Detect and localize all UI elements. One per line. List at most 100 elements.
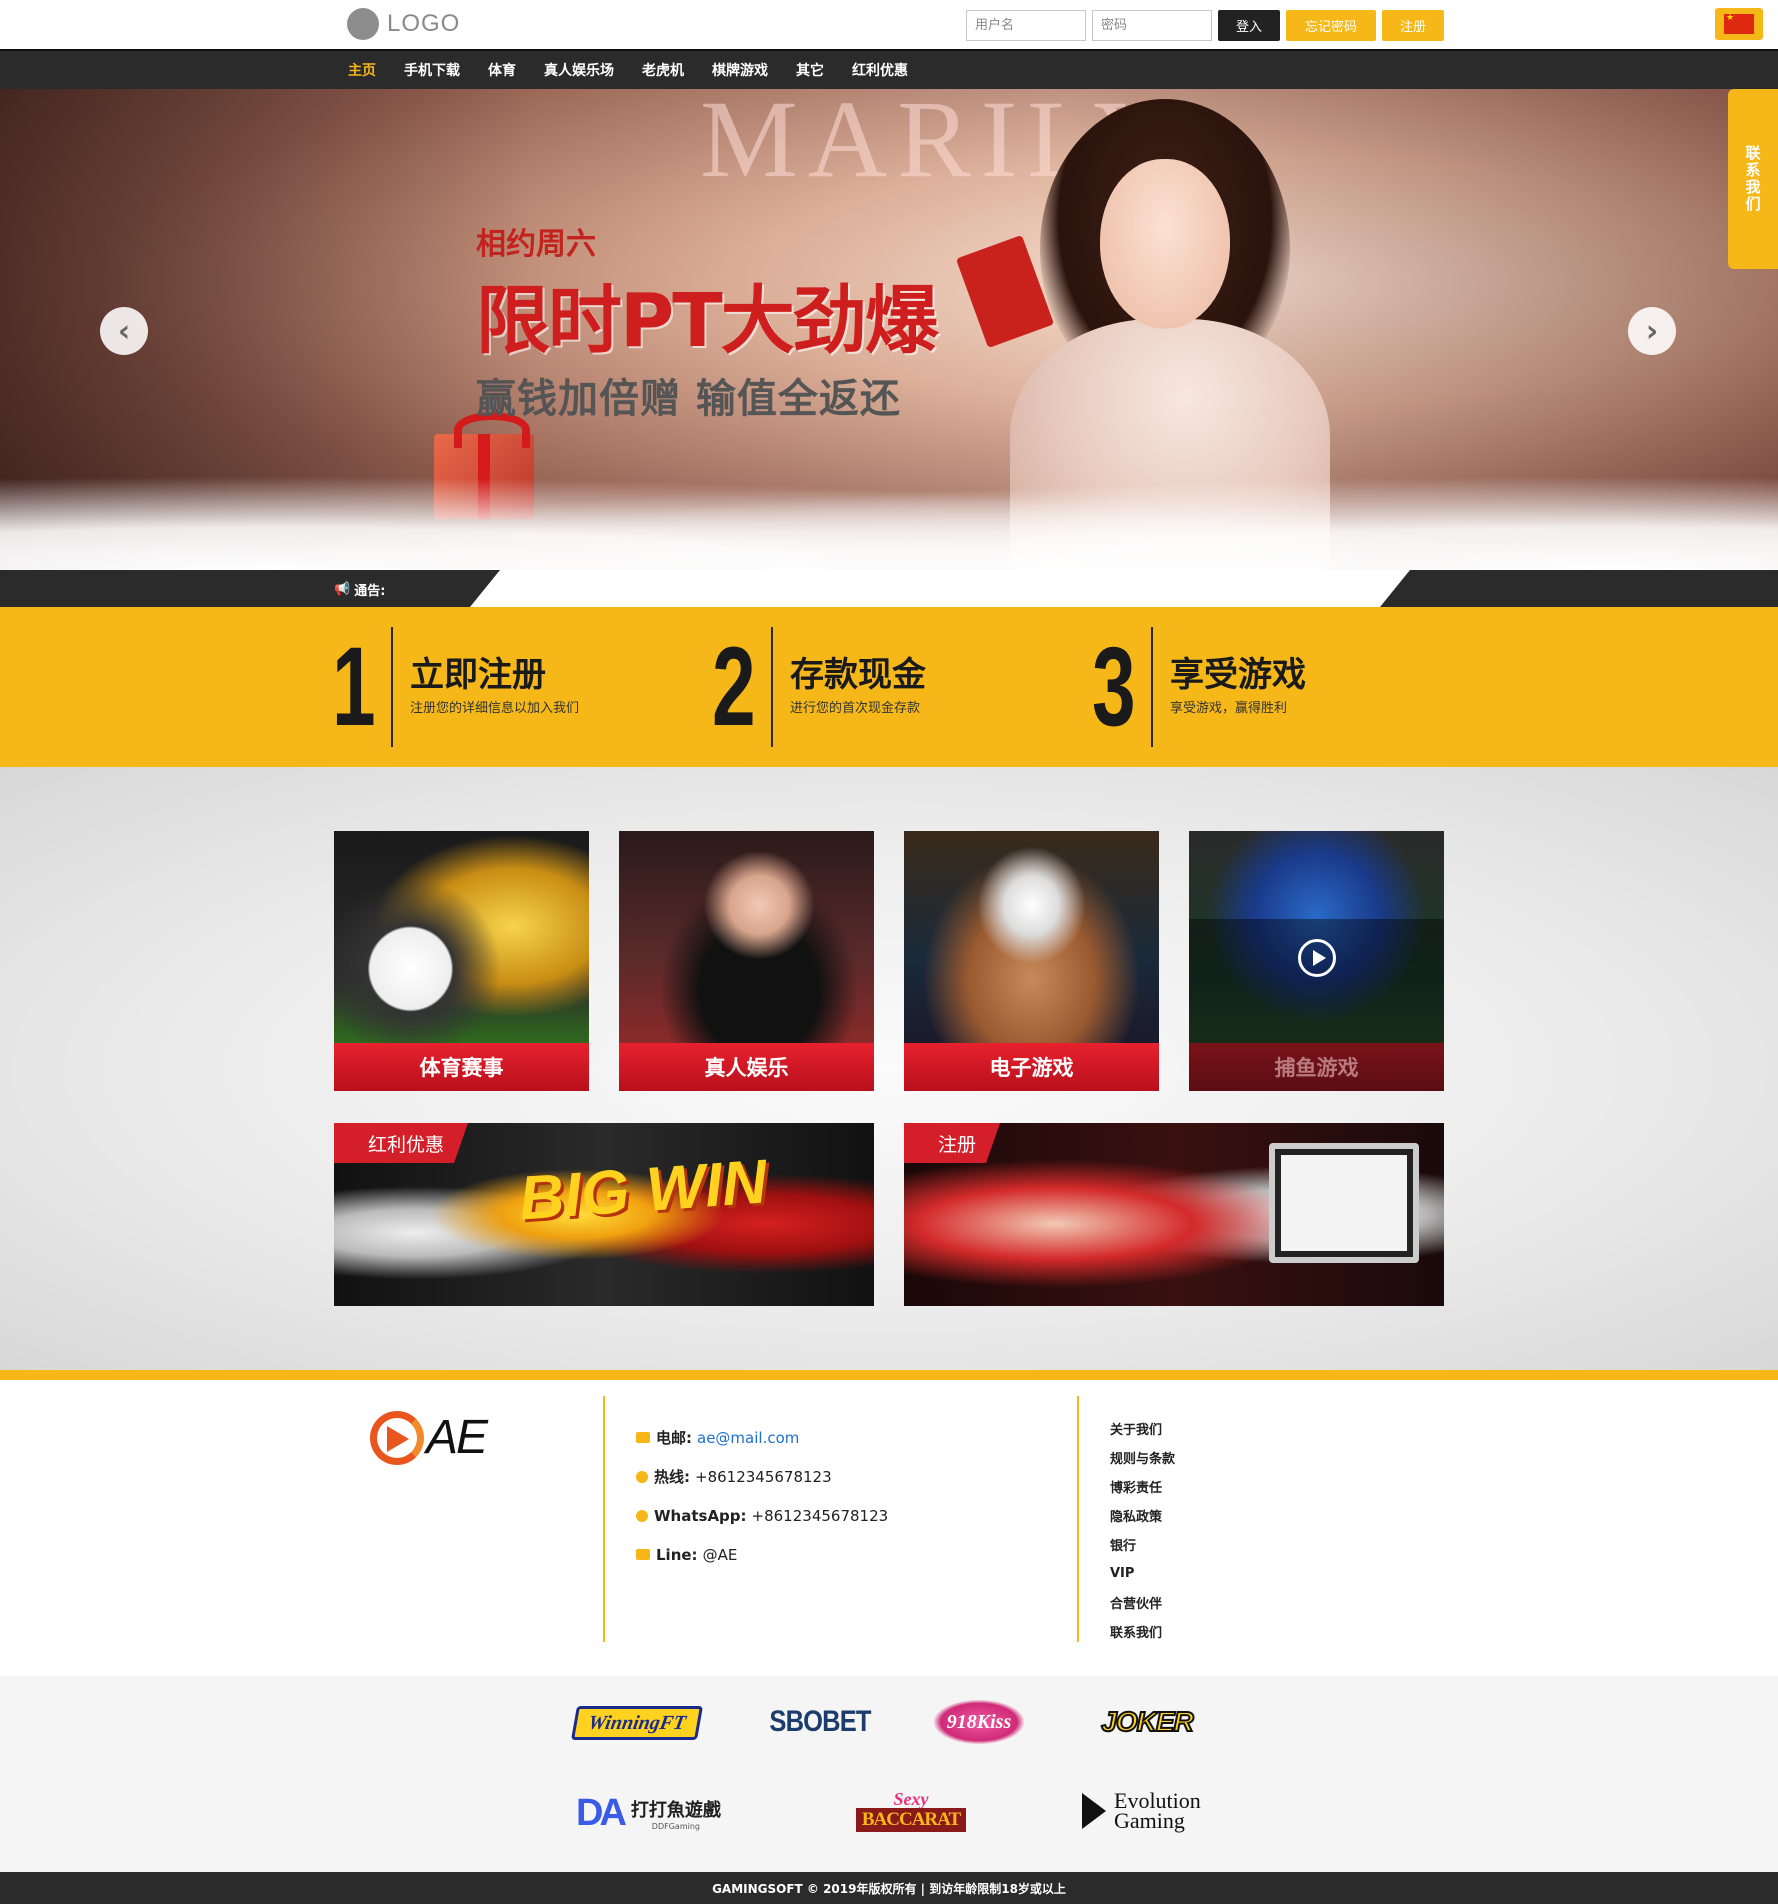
footer-link-banking[interactable]: 银行: [1110, 1530, 1175, 1559]
chevron-right-icon: ›: [1645, 313, 1659, 349]
china-flag-icon: [1724, 13, 1754, 34]
contact-list: 电邮: ae@mail.com 热线: +8612345678123 Whats…: [636, 1418, 888, 1574]
headset-icon: [636, 1470, 648, 1483]
step-number: 1: [332, 624, 376, 749]
partner-winning-ft-logo: WinningFT: [571, 1706, 703, 1740]
megaphone-icon: 📢: [334, 582, 351, 597]
contact-whatsapp: WhatsApp: +8612345678123: [636, 1496, 888, 1535]
ae-logo-icon: [370, 1410, 424, 1465]
password-input[interactable]: [1092, 10, 1212, 41]
game-card-slots[interactable]: 电子游戏: [904, 831, 1159, 1091]
footer-brand: AE: [426, 1411, 488, 1464]
site-logo[interactable]: LOGO: [347, 7, 460, 41]
nav-item-promotions[interactable]: 红利优惠: [852, 60, 908, 80]
slots-zeus-image: [904, 831, 1159, 1043]
logo-text: LOGO: [387, 10, 461, 37]
login-button[interactable]: 登入: [1218, 10, 1280, 41]
footer-link-vip[interactable]: VIP: [1110, 1559, 1175, 1588]
carousel-next-button[interactable]: ›: [1628, 307, 1676, 355]
games-section: 体育赛事 真人娱乐 电子游戏 捕鱼游戏 BIG WIN 红利优惠 注册: [0, 767, 1778, 1370]
partners-section: WinningFT SBOBET 918Kiss JOKER DA 打打魚遊戲 …: [0, 1676, 1778, 1872]
nav-item-live-casino[interactable]: 真人娱乐场: [544, 60, 614, 80]
ddf-mark: DA: [576, 1791, 627, 1834]
game-card-sports[interactable]: 体育赛事: [334, 831, 589, 1091]
nav-item-slots[interactable]: 老虎机: [642, 60, 684, 80]
banner-tagline: 赢钱加倍赠 输值全返还: [476, 376, 901, 422]
whatsapp-icon: [636, 1509, 648, 1522]
hero-banner[interactable]: MARILYN 相约周六 限时PT大劲爆 赢钱加倍赠 输值全返还 ‹ ›: [0, 89, 1778, 570]
copyright-bar: GAMINGSOFT © 2019年版权所有 | 到访年龄限制18岁或以上: [0, 1872, 1778, 1904]
step-number: 3: [1092, 624, 1136, 749]
top-bar: LOGO 登入 忘记密码 注册: [0, 0, 1778, 49]
forgot-password-button[interactable]: 忘记密码: [1286, 10, 1376, 41]
partner-evolution-gaming-logo: Evolution Gaming: [1080, 1786, 1210, 1836]
contact-hotline: 热线: +8612345678123: [636, 1457, 888, 1496]
login-form: 登入 忘记密码 注册: [966, 10, 1444, 41]
step-title: 立即注册: [410, 655, 546, 695]
step-desc: 注册您的详细信息以加入我们: [410, 701, 580, 716]
footer-link-partners[interactable]: 合营伙伴: [1110, 1588, 1175, 1617]
chevron-left-icon: ‹: [117, 313, 131, 349]
step-title: 享受游戏: [1170, 655, 1306, 695]
game-card-live[interactable]: 真人娱乐: [619, 831, 874, 1091]
username-input[interactable]: [966, 10, 1086, 41]
nav-item-other[interactable]: 其它: [796, 60, 824, 80]
step-number: 2: [712, 624, 756, 749]
promo-card-bonus[interactable]: BIG WIN 红利优惠: [334, 1123, 874, 1306]
contact-email: 电邮: ae@mail.com: [636, 1418, 888, 1457]
contact-line: Line: @AE: [636, 1535, 888, 1574]
footer-link-responsible-gaming[interactable]: 博彩责任: [1110, 1472, 1175, 1501]
footer-logo[interactable]: AE: [370, 1410, 488, 1465]
ddf-name: 打打魚遊戲: [630, 1799, 721, 1821]
ddf-sub: DDFGaming: [651, 1821, 700, 1831]
live-dealer-image: [619, 831, 874, 1043]
partner-ddf-gaming-logo: DA 打打魚遊戲 DDFGaming: [576, 1790, 746, 1836]
game-label: 电子游戏: [904, 1043, 1159, 1091]
step-desc: 进行您的首次现金存款: [790, 701, 921, 716]
big-win-text: BIG WIN: [516, 1147, 770, 1234]
footer-link-privacy[interactable]: 隐私政策: [1110, 1501, 1175, 1530]
footer-link-about[interactable]: 关于我们: [1110, 1414, 1175, 1443]
email-link[interactable]: ae@mail.com: [697, 1429, 799, 1447]
computer-monitor-image: [1269, 1143, 1419, 1263]
line-app-icon: [636, 1549, 650, 1560]
banner-subtitle: 相约周六: [476, 227, 596, 262]
game-label: 真人娱乐: [619, 1043, 874, 1091]
main-nav: 主页 手机下载 体育 真人娱乐场 老虎机 棋牌游戏 其它 红利优惠: [0, 49, 1778, 89]
nav-item-sports[interactable]: 体育: [488, 60, 516, 80]
step-desc: 享受游戏，赢得胜利: [1170, 701, 1288, 716]
contact-us-tab[interactable]: 联系我们: [1728, 89, 1778, 269]
evolution-icon: [1080, 1791, 1110, 1831]
nav-item-home[interactable]: 主页: [348, 60, 376, 80]
promo-ribbon: 注册: [904, 1123, 1000, 1163]
banner-promo-text: 相约周六 限时PT大劲爆 赢钱加倍赠 输值全返还: [476, 219, 939, 424]
game-label: 体育赛事: [334, 1043, 589, 1091]
footer: AE 电邮: ae@mail.com 热线: +8612345678123 Wh…: [0, 1380, 1778, 1676]
register-button[interactable]: 注册: [1382, 10, 1444, 41]
steps-section: 1 立即注册 注册您的详细信息以加入我们 2 存款现金 进行您的首次现金存款 3…: [0, 607, 1778, 767]
partner-sbobet-logo: SBOBET: [769, 1705, 871, 1738]
mail-icon: [636, 1432, 650, 1443]
sports-trophy-image: [334, 831, 589, 1043]
partner-sexy-baccarat-logo: Sexy BACCARAT: [838, 1784, 984, 1838]
notice-marquee: [470, 570, 1410, 607]
partner-joker-logo: JOKER: [1100, 1705, 1194, 1738]
game-label: 捕鱼游戏: [1189, 1043, 1444, 1091]
logo-circle-icon: [347, 8, 379, 40]
nav-item-mobile-download[interactable]: 手机下载: [404, 60, 460, 80]
language-switcher[interactable]: [1715, 8, 1763, 40]
footer-links: 关于我们 规则与条款 博彩责任 隐私政策 银行 VIP 合营伙伴 联系我们: [1110, 1414, 1175, 1646]
promo-card-register[interactable]: 注册: [904, 1123, 1444, 1306]
carousel-prev-button[interactable]: ‹: [100, 307, 148, 355]
promo-ribbon: 红利优惠: [334, 1123, 468, 1163]
footer-link-contact[interactable]: 联系我们: [1110, 1617, 1175, 1646]
notice-bar: 📢 通告:: [0, 570, 1778, 607]
notice-label: 通告:: [354, 584, 386, 599]
game-card-fishing[interactable]: 捕鱼游戏: [1189, 831, 1444, 1091]
nav-item-card-games[interactable]: 棋牌游戏: [712, 60, 768, 80]
step-title: 存款现金: [790, 655, 926, 695]
footer-link-terms[interactable]: 规则与条款: [1110, 1443, 1175, 1472]
partner-918kiss-logo: 918Kiss: [934, 1700, 1024, 1744]
play-icon[interactable]: [1298, 939, 1336, 977]
banner-title: 限时PT大劲爆: [476, 278, 939, 364]
